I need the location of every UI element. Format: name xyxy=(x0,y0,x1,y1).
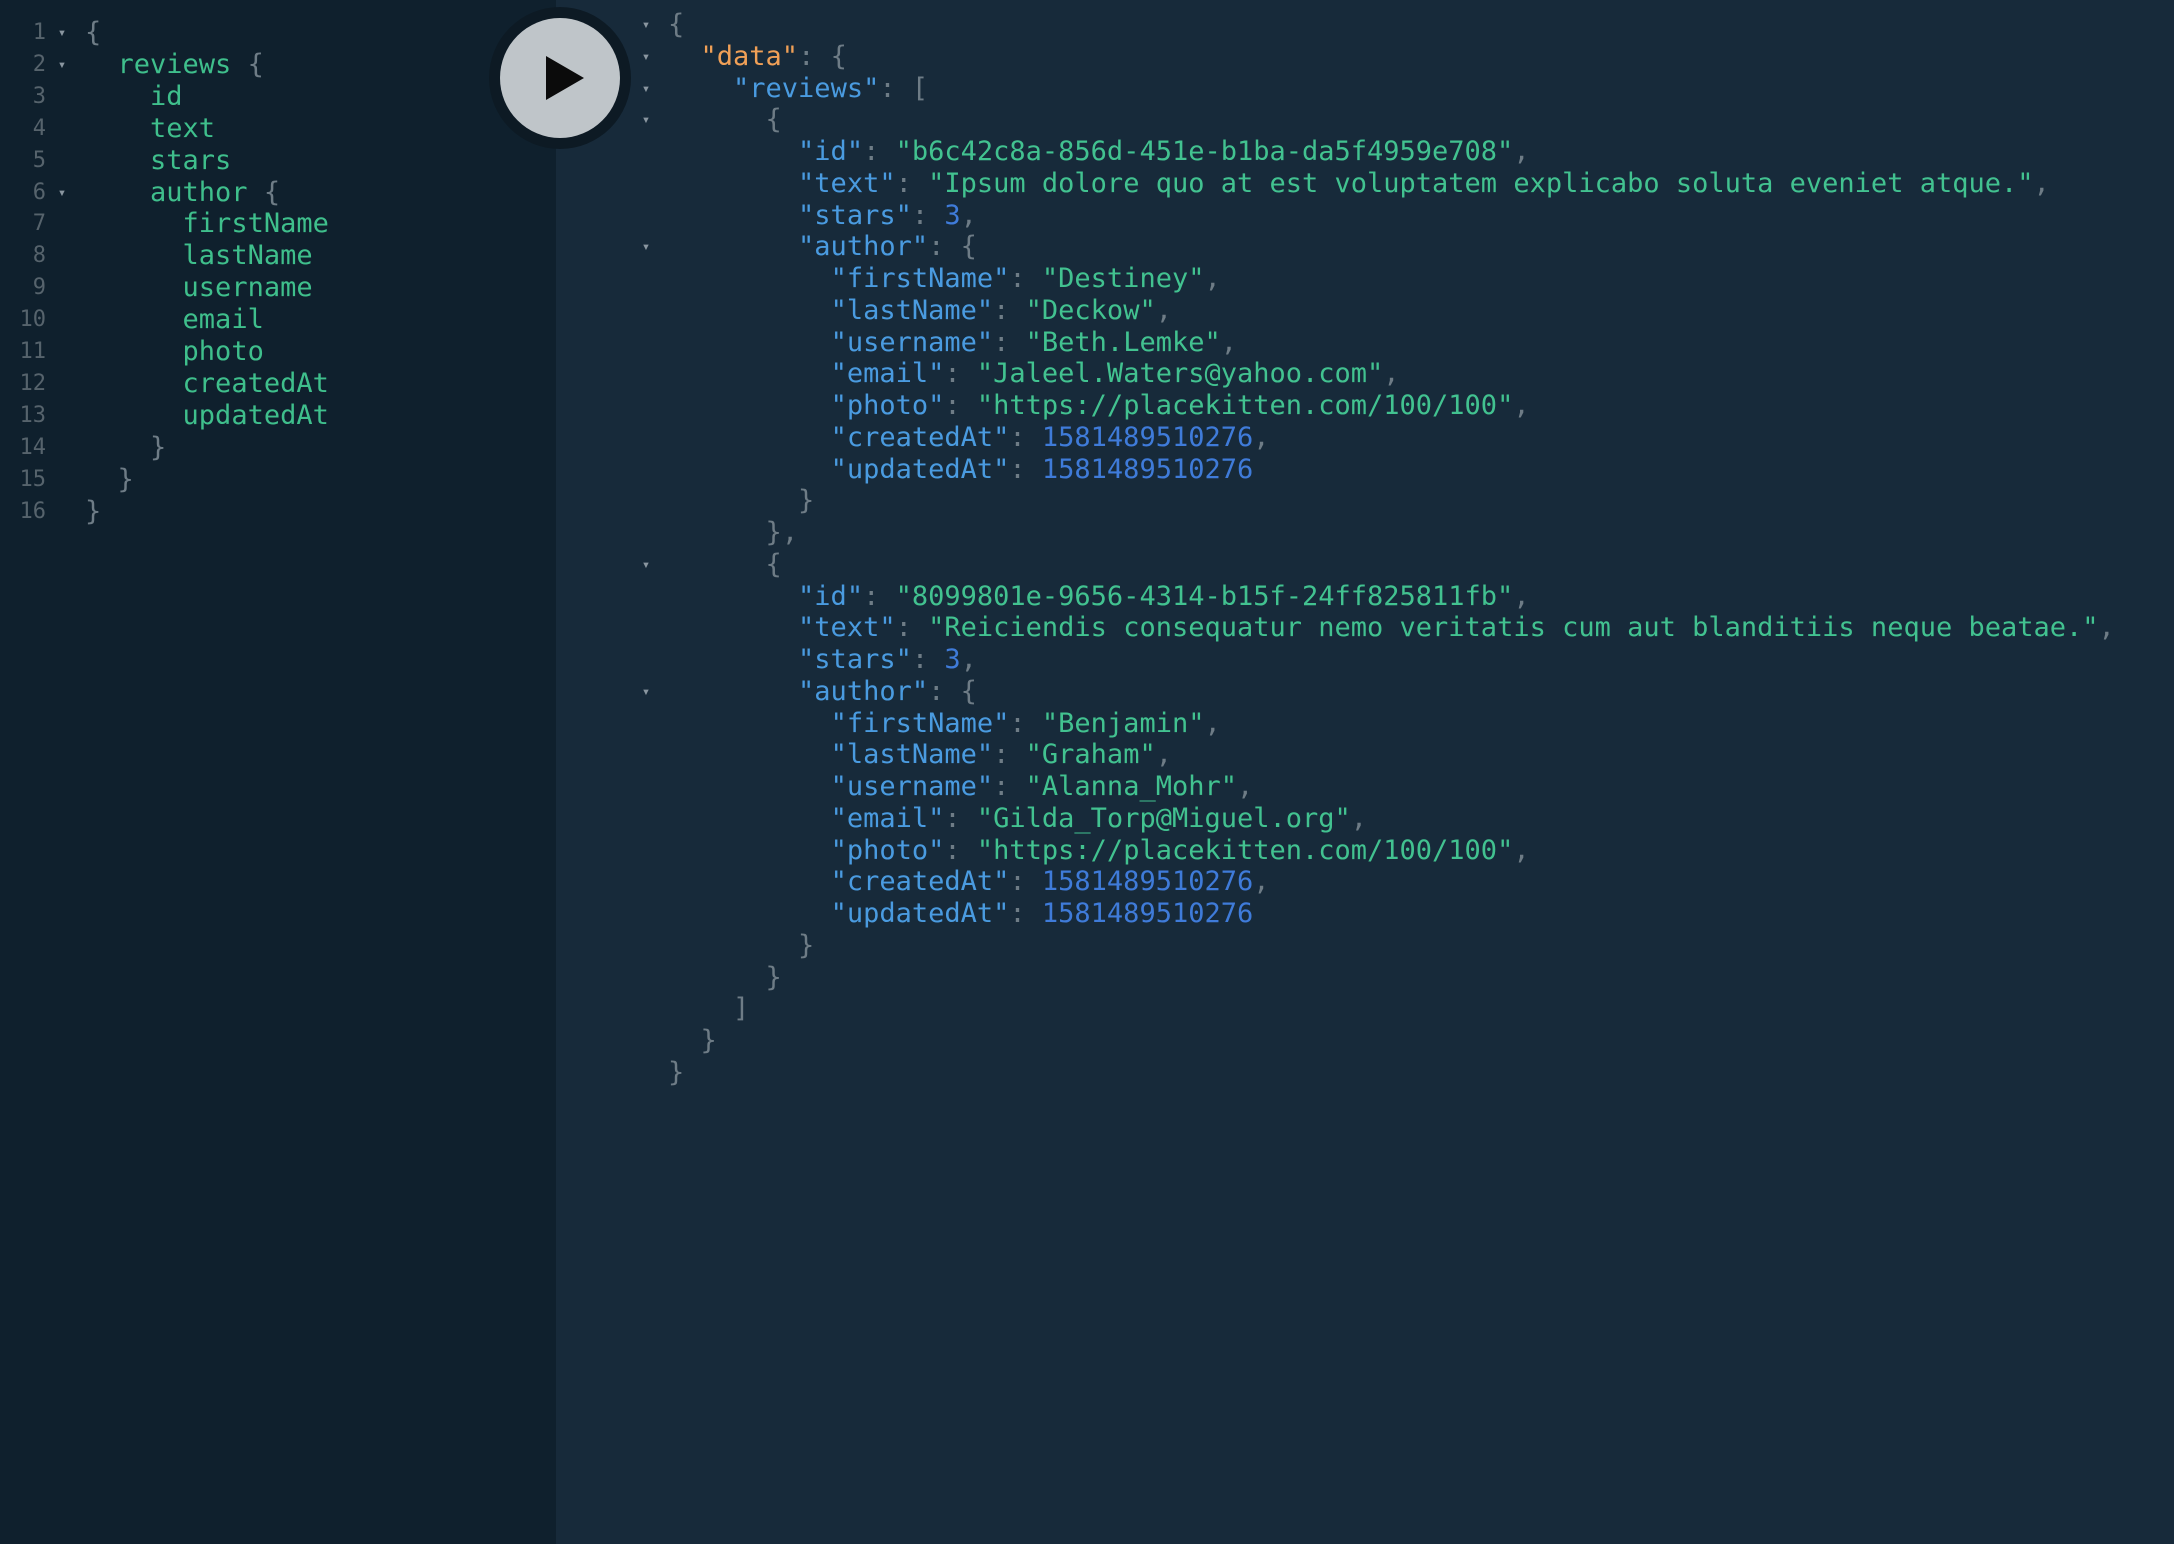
field-token: updatedAt xyxy=(182,399,329,431)
colon-token: : xyxy=(1009,453,1026,485)
json-key: "updatedAt" xyxy=(830,898,1010,929)
line-number: 16 xyxy=(19,498,47,524)
punct-token: } xyxy=(668,1056,685,1088)
play-icon xyxy=(546,56,584,100)
punct-token: , xyxy=(1204,707,1221,739)
punct-token: ] xyxy=(733,993,750,1025)
punct-token: , xyxy=(2098,612,2115,644)
fold-triangle-icon[interactable]: ▾ xyxy=(636,670,656,714)
colon-token: : xyxy=(1009,898,1026,929)
execute-button-face xyxy=(500,18,620,138)
punct-token: , xyxy=(1253,866,1270,898)
json-key: "updatedAt" xyxy=(830,453,1010,485)
json-number-value: 1581489510276 xyxy=(1041,453,1254,485)
punct-token: } xyxy=(700,1025,717,1056)
punct-token: , xyxy=(1513,834,1530,866)
execute-query-button[interactable] xyxy=(489,7,631,149)
punct-token: , xyxy=(2033,167,2050,199)
colon-token: : xyxy=(879,72,896,104)
fold-triangle-icon[interactable]: ▾ xyxy=(52,171,72,215)
brace-token: } xyxy=(117,463,134,495)
punct-token: , xyxy=(1513,390,1530,421)
fold-triangle-icon[interactable]: ▾ xyxy=(52,43,72,87)
json-string-value: "Reiciendis consequatur nemo veritatis c… xyxy=(928,612,2099,644)
brace-token: } xyxy=(85,495,102,527)
punct-token: , xyxy=(1253,421,1270,453)
punct-token: [ xyxy=(911,72,929,104)
brace-token: { xyxy=(247,48,264,80)
brace-token: } xyxy=(150,431,167,463)
punct-token: } xyxy=(798,485,815,517)
json-number-value: 1581489510276 xyxy=(1041,898,1254,929)
result-viewer[interactable]: ▾{▾ "data": {▾ "reviews": [▾ { "id": "b6… xyxy=(556,0,2174,1544)
punct-token: , xyxy=(1204,263,1221,294)
fold-triangle-icon[interactable]: ▾ xyxy=(636,225,656,269)
punct-token: } xyxy=(765,961,782,993)
result-code: } xyxy=(668,1051,684,1095)
fold-triangle-icon[interactable]: ▾ xyxy=(636,98,656,142)
punct-token: , xyxy=(781,517,799,548)
query-code: } xyxy=(85,490,101,534)
graphql-playground: 1 ▾{2 ▾ reviews {3 id 4 text 5 stars 6 ▾ autho… xyxy=(0,0,2174,1544)
query-editor[interactable]: 1 ▾{2 ▾ reviews {3 id 4 text 5 stars 6 ▾ autho… xyxy=(0,0,556,1544)
punct-token: } xyxy=(798,929,815,961)
json-string-value: "Ipsum dolore quo at est voluptatem expl… xyxy=(928,167,2034,199)
fold-triangle-icon[interactable]: ▾ xyxy=(636,543,656,587)
